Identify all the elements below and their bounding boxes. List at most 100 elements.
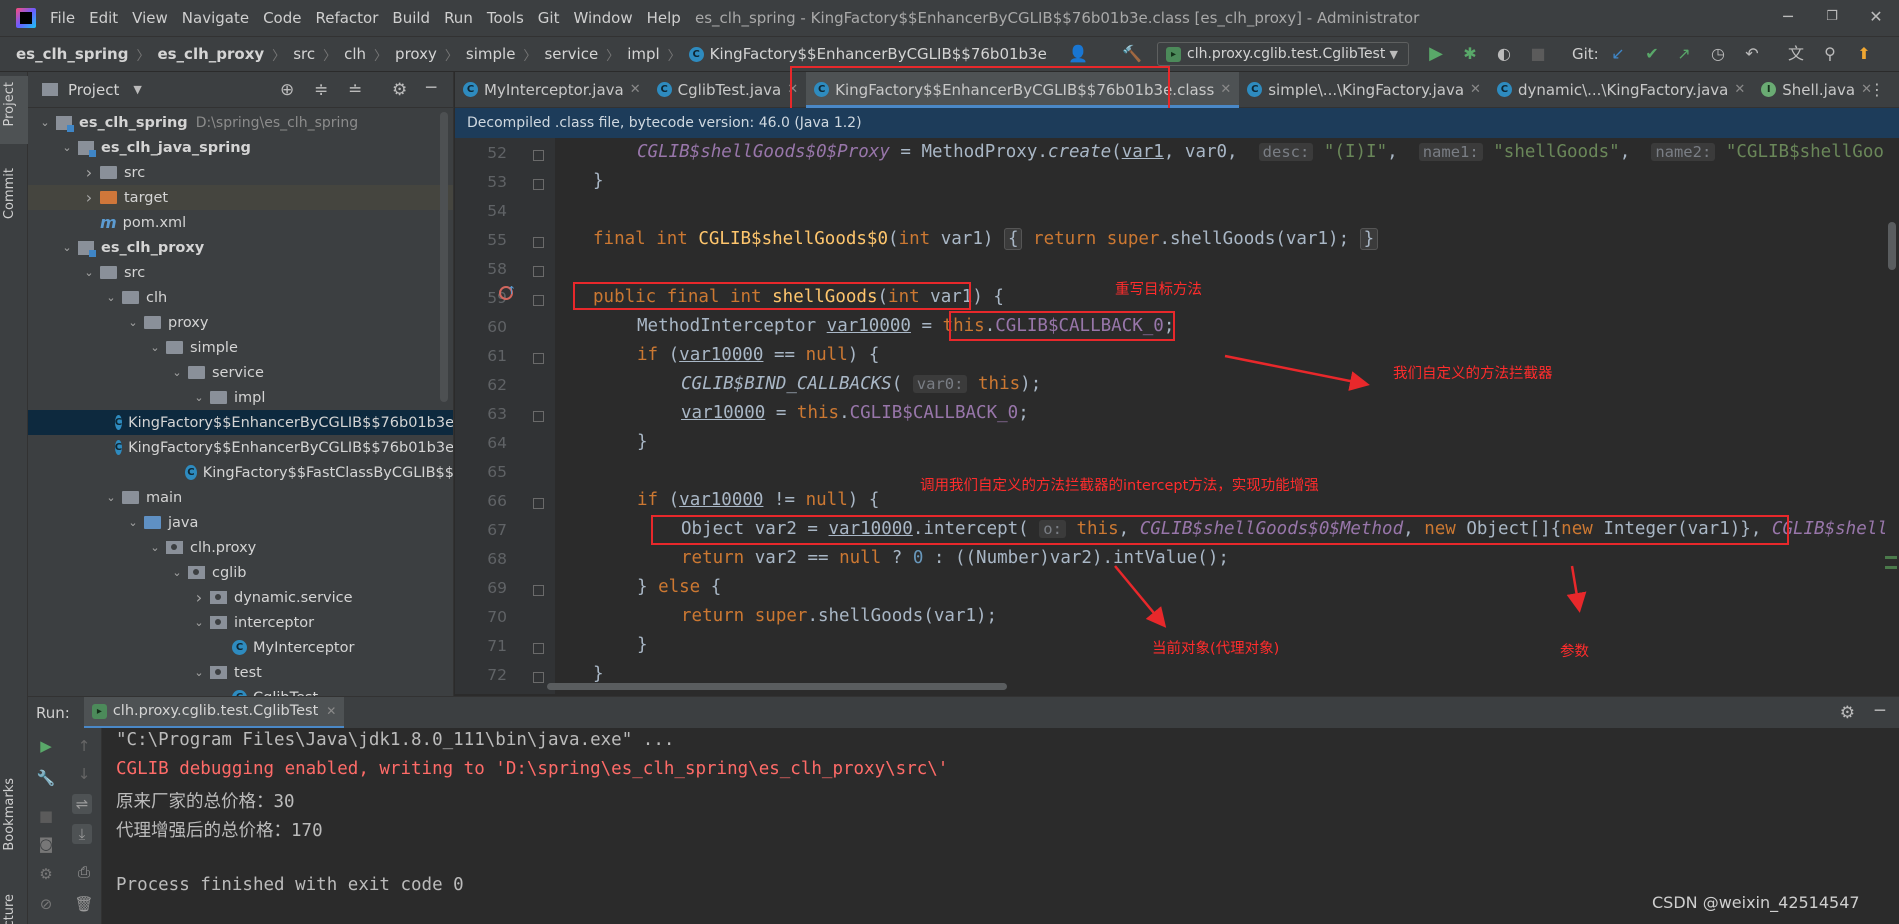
coverage-icon[interactable]: ◐ <box>1492 42 1516 66</box>
tree-item[interactable]: C KingFactory$$FastClassByCGLIB$$ <box>28 460 453 485</box>
trash-icon[interactable]: 🗑 <box>74 894 94 914</box>
tree-item[interactable]: ⌄ es_clh_spring D:\spring\es_clh_spring <box>28 110 453 135</box>
chevron-right-icon[interactable]: › <box>82 163 96 182</box>
tree-item[interactable]: › dynamic.service <box>28 585 453 610</box>
tree-item[interactable]: › src <box>28 160 453 185</box>
tree-item[interactable]: ⌄ es_clh_java_spring <box>28 135 453 160</box>
hide-icon[interactable]: ─ <box>1875 701 1885 721</box>
minimize-icon[interactable]: ─ <box>1776 6 1800 28</box>
chevron-down-icon[interactable]: ⌄ <box>170 366 184 379</box>
tree-scrollbar[interactable] <box>440 112 448 402</box>
run-icon[interactable]: ▶ <box>1424 42 1448 66</box>
chevron-down-icon[interactable]: ⌄ <box>60 241 74 254</box>
search-icon[interactable]: ⚲ <box>1818 42 1842 66</box>
close-icon[interactable]: ✕ <box>1470 82 1481 97</box>
git-commit-icon[interactable]: ✔ <box>1640 42 1664 66</box>
code-editor[interactable]: 52 53 54 55 58 59 60 61 62 63 64 65 66 6… <box>455 138 1899 694</box>
chevron-down-icon[interactable]: ⌄ <box>148 541 162 554</box>
chevron-down-icon[interactable]: ⌄ <box>192 666 206 679</box>
breadcrumb-item[interactable]: es_clh_spring <box>16 45 128 63</box>
tree-item[interactable]: ⌄ main <box>28 485 453 510</box>
camera-icon[interactable]: ◙ <box>36 834 56 854</box>
more-tabs-icon[interactable]: ⋮ <box>1869 80 1885 99</box>
menu-tools[interactable]: Tools <box>487 9 524 27</box>
tree-item[interactable]: C KingFactory$$EnhancerByCGLIB$$76b01b3e <box>28 435 453 460</box>
tree-item[interactable]: ⌄ es_clh_proxy <box>28 235 453 260</box>
tree-item[interactable]: ⌄ clh <box>28 285 453 310</box>
breadcrumb-item[interactable]: es_clh_proxy <box>157 45 264 63</box>
gear-icon[interactable]: ⚙ <box>36 864 56 884</box>
rerun-icon[interactable]: ▶ <box>36 736 56 756</box>
run-tab[interactable]: ▸ clh.proxy.cglib.test.CglibTest ✕ <box>83 696 345 729</box>
tree-item[interactable]: ⌄ impl <box>28 385 453 410</box>
chevron-down-icon[interactable]: ▼ <box>133 83 141 96</box>
menu-help[interactable]: Help <box>647 9 681 27</box>
tree-item[interactable]: ⌄ cglib <box>28 560 453 585</box>
rollback-icon[interactable]: ↶ <box>1740 42 1764 66</box>
breadcrumb-item[interactable]: simple <box>466 45 516 63</box>
structure-tool-tab[interactable]: ucture <box>2 894 17 924</box>
down-arrow-icon[interactable]: ↓ <box>74 764 94 784</box>
close-icon[interactable]: ✕ <box>1220 82 1231 97</box>
translate-icon[interactable]: 文 <box>1784 42 1808 66</box>
print-icon[interactable]: ⎙ <box>74 862 94 882</box>
close-icon[interactable]: ✕ <box>1864 6 1888 28</box>
menu-navigate[interactable]: Navigate <box>182 9 249 27</box>
tab-simple-kingfactory[interactable]: Csimple\...\KingFactory.java ✕ <box>1239 72 1489 108</box>
update-icon[interactable]: ⬆ <box>1852 42 1876 66</box>
menu-run[interactable]: Run <box>444 9 473 27</box>
menu-build[interactable]: Build <box>392 9 430 27</box>
console-output[interactable]: "C:\Program Files\Java\jdk1.8.0_111\bin\… <box>102 728 1899 924</box>
tree-item[interactable]: ⌄ interceptor <box>28 610 453 635</box>
tree-item[interactable]: ⌄ proxy <box>28 310 453 335</box>
menu-window[interactable]: Window <box>573 9 632 27</box>
tree-item[interactable]: m pom.xml <box>28 210 453 235</box>
menu-git[interactable]: Git <box>538 9 560 27</box>
breadcrumb-item[interactable]: service <box>544 45 598 63</box>
scroll-to-end-icon[interactable]: ⤓ <box>72 824 92 844</box>
chevron-down-icon[interactable]: ⌄ <box>82 266 96 279</box>
chevron-down-icon[interactable]: ⌄ <box>60 141 74 154</box>
tree-item[interactable]: ⌄ service <box>28 360 453 385</box>
tree-item[interactable]: ⌄ test <box>28 660 453 685</box>
project-tool-tab[interactable]: Project <box>2 82 17 126</box>
breadcrumb-item[interactable]: C KingFactory$$EnhancerByCGLIB$$76b01b3e <box>688 45 1047 63</box>
menu-refactor[interactable]: Refactor <box>315 9 378 27</box>
tab-dynamic-kingfactory[interactable]: Cdynamic\...\KingFactory.java ✕ <box>1489 72 1753 108</box>
tree-item[interactable]: ⌄ clh.proxy <box>28 535 453 560</box>
tree-item[interactable]: ⌄ simple <box>28 335 453 360</box>
chevron-down-icon[interactable]: ⌄ <box>126 316 140 329</box>
expand-all-icon[interactable]: ≑ <box>314 80 328 100</box>
git-push-icon[interactable]: ↗ <box>1672 42 1696 66</box>
restore-icon[interactable]: ❐ <box>1820 6 1844 28</box>
chevron-down-icon[interactable]: ⌄ <box>192 391 206 404</box>
close-icon[interactable]: ✕ <box>326 704 336 718</box>
menu-file[interactable]: File <box>50 9 75 27</box>
breadcrumb-item[interactable]: src <box>293 45 315 63</box>
tab-myinterceptor[interactable]: C MyInterceptor.java ✕ <box>455 72 649 108</box>
wrench-icon[interactable]: 🔧 <box>36 768 56 788</box>
breadcrumb-item[interactable]: clh <box>344 45 366 63</box>
build-hammer-icon[interactable]: 🔨 <box>1120 42 1144 66</box>
menu-view[interactable]: View <box>132 9 168 27</box>
tab-cglibtest[interactable]: C CglibTest.java ✕ <box>649 72 807 108</box>
chevron-down-icon[interactable]: ⌄ <box>192 616 206 629</box>
debug-icon[interactable]: ✱ <box>1458 42 1482 66</box>
chevron-down-icon[interactable]: ⌄ <box>126 516 140 529</box>
breadcrumb-item[interactable]: proxy <box>395 45 437 63</box>
menu-edit[interactable]: Edit <box>89 9 118 27</box>
tree-item[interactable]: ⌄ java <box>28 510 453 535</box>
git-update-icon[interactable]: ↙ <box>1606 42 1630 66</box>
editor-vertical-scrollbar[interactable] <box>1885 138 1899 694</box>
tree-item[interactable]: CCglibTest <box>28 685 453 696</box>
project-title[interactable]: Project <box>68 81 119 99</box>
soft-wrap-icon[interactable]: ⇌ <box>72 794 92 814</box>
close-icon[interactable]: ✕ <box>1734 82 1745 97</box>
tree-item[interactable]: › target <box>28 185 453 210</box>
gear-icon[interactable]: ⚙ <box>1840 703 1855 723</box>
tree-item[interactable]: ⌄ src <box>28 260 453 285</box>
chevron-down-icon[interactable]: ⌄ <box>38 116 52 129</box>
chevron-down-icon[interactable]: ⌄ <box>104 291 118 304</box>
gear-icon[interactable]: ⚙ <box>392 80 407 100</box>
editor-horizontal-scrollbar[interactable] <box>547 683 1007 690</box>
